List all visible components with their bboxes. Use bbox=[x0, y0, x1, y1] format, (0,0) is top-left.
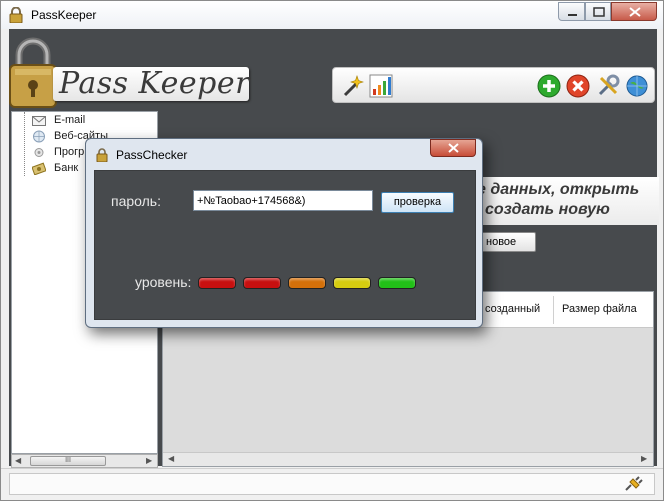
level-label: уровень: bbox=[135, 274, 192, 290]
scroll-left-arrow-icon[interactable]: ◀ bbox=[168, 453, 174, 465]
maximize-icon bbox=[593, 7, 605, 17]
close-icon bbox=[448, 143, 459, 153]
strength-indicator-3 bbox=[288, 277, 326, 289]
dialog-body: пароль: проверка уровень: bbox=[94, 170, 476, 320]
minimize-icon bbox=[568, 14, 577, 16]
money-icon bbox=[32, 162, 46, 175]
plug-icon[interactable] bbox=[623, 475, 643, 493]
program-icon bbox=[34, 148, 44, 157]
padlock-logo-icon bbox=[9, 37, 57, 108]
welcome-panel: е данных, открыть создать новую bbox=[467, 177, 659, 225]
close-button[interactable] bbox=[611, 2, 657, 21]
strength-indicator-4 bbox=[333, 277, 371, 289]
dialog-title: PassChecker bbox=[116, 148, 188, 162]
chart-icon[interactable] bbox=[369, 74, 393, 98]
lock-icon bbox=[9, 7, 23, 23]
title-bar[interactable]: PassKeeper bbox=[1, 1, 663, 29]
welcome-line-1: е данных, открыть bbox=[477, 181, 640, 198]
password-input[interactable] bbox=[193, 190, 373, 211]
maximize-button[interactable] bbox=[585, 2, 611, 21]
globe-icon bbox=[33, 130, 45, 143]
passchecker-dialog: PassChecker пароль: проверка уровень: bbox=[85, 138, 483, 328]
column-header-created[interactable]: созданный bbox=[485, 303, 540, 315]
column-header-file-size[interactable]: Размер файла bbox=[562, 303, 637, 315]
status-field bbox=[9, 473, 655, 495]
strength-indicator-5 bbox=[378, 277, 416, 289]
grid-horizontal-scrollbar[interactable]: ◀ ▶ bbox=[163, 452, 653, 466]
status-bar bbox=[1, 468, 663, 500]
scroll-left-arrow-icon[interactable]: ◀ bbox=[15, 455, 21, 467]
tree-horizontal-scrollbar[interactable]: ◀ III ▶ bbox=[11, 454, 158, 468]
envelope-icon bbox=[32, 116, 46, 126]
wand-icon[interactable] bbox=[341, 74, 365, 98]
lock-icon bbox=[96, 148, 108, 162]
strength-indicator-1 bbox=[198, 277, 236, 289]
toolbar bbox=[332, 67, 655, 103]
scroll-thumb[interactable]: III bbox=[30, 456, 106, 466]
close-icon bbox=[629, 7, 641, 17]
minimize-button[interactable] bbox=[558, 2, 585, 21]
globe-icon[interactable] bbox=[625, 74, 649, 98]
password-label: пароль: bbox=[111, 193, 161, 209]
add-icon[interactable] bbox=[537, 74, 561, 98]
settings-icon[interactable] bbox=[596, 74, 620, 98]
logo-text: Pass Keeper bbox=[59, 66, 250, 101]
scroll-right-arrow-icon[interactable]: ▶ bbox=[146, 455, 152, 467]
strength-indicator-2 bbox=[243, 277, 281, 289]
column-separator[interactable] bbox=[553, 296, 554, 324]
check-button[interactable]: проверка bbox=[381, 192, 454, 213]
scroll-right-arrow-icon[interactable]: ▶ bbox=[641, 453, 647, 465]
dialog-close-button[interactable] bbox=[430, 139, 476, 157]
delete-icon[interactable] bbox=[566, 74, 590, 98]
app-logo: Pass Keeper bbox=[53, 66, 250, 101]
window-title: PassKeeper bbox=[31, 8, 97, 22]
welcome-line-2: создать новую bbox=[485, 201, 610, 218]
